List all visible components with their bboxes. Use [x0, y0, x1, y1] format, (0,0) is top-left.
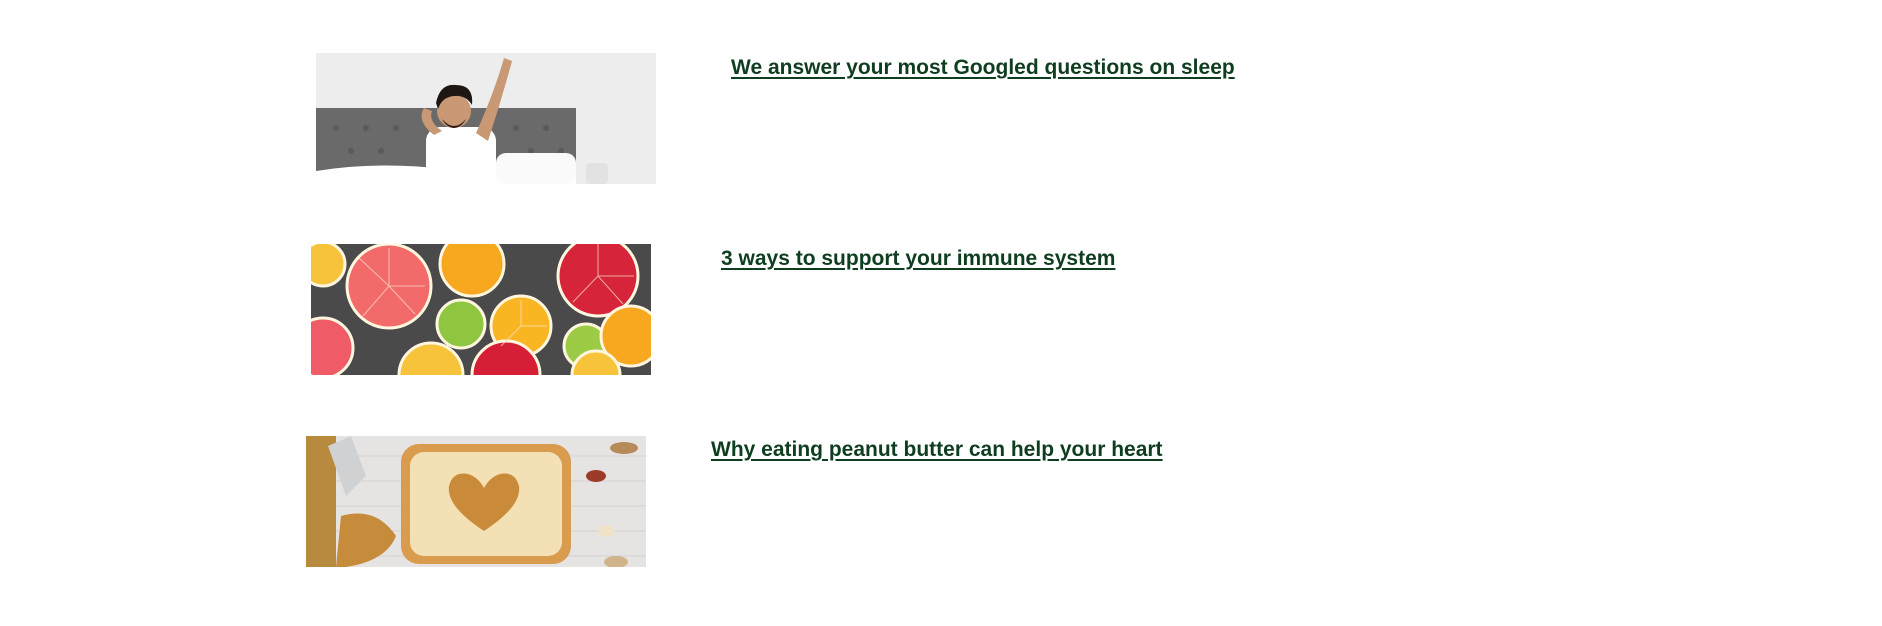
article-link-sleep[interactable]: We answer your most Googled questions on… — [731, 55, 1235, 81]
article-thumbnail-sleep[interactable] — [316, 53, 656, 184]
man-stretching-in-bed-image — [316, 53, 656, 184]
article-thumbnail-immune[interactable] — [311, 244, 651, 375]
citrus-fruit-halves-image — [311, 244, 651, 375]
peanut-butter-heart-toast-image — [306, 436, 646, 567]
article-thumbnail-peanut-butter[interactable] — [306, 436, 646, 567]
article-link-immune[interactable]: 3 ways to support your immune system — [721, 246, 1115, 272]
article-list-page: { "theme": { "link_color": "#0f3d1f" }, … — [0, 0, 1882, 626]
article-link-peanut-butter[interactable]: Why eating peanut butter can help your h… — [711, 437, 1163, 463]
